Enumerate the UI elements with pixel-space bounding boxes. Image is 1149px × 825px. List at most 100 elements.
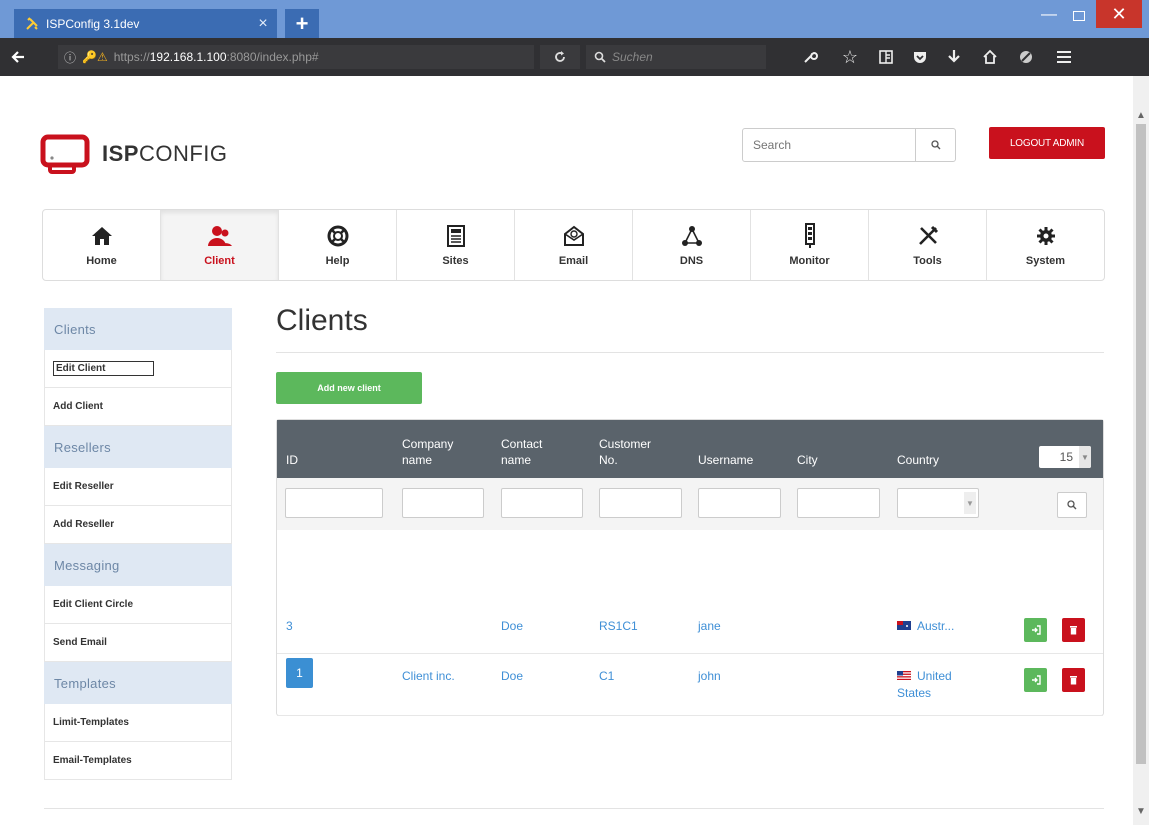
column-label: name [501, 453, 532, 467]
home-browser-icon[interactable] [976, 38, 1004, 76]
footer-divider [44, 808, 1104, 809]
nav-label: Client [204, 255, 235, 267]
column-label: Company [402, 437, 454, 451]
per-page-select[interactable]: 15 ▼ [1039, 446, 1091, 468]
nav-item-home[interactable]: Home [43, 210, 161, 280]
help-icon [327, 223, 349, 249]
column-id[interactable]: ID [286, 452, 298, 468]
address-bar[interactable]: ⓘ 🔑⚠ https:// 192.168.1.100 :8080/index.… [58, 45, 534, 69]
bookmarks-library-icon[interactable] [872, 38, 900, 76]
home-icon [91, 223, 113, 249]
back-arrow-icon[interactable] [4, 38, 32, 76]
browser-tab[interactable]: ISPConfig 3.1dev × [14, 9, 277, 38]
new-tab-button[interactable]: + [285, 9, 319, 38]
nav-label: Help [325, 255, 350, 267]
nav-item-sites[interactable]: Sites [397, 210, 515, 280]
column-company-name[interactable]: Company name [402, 436, 453, 468]
filter-country-select[interactable]: ▼ [897, 488, 979, 518]
nav-item-dns[interactable]: DNS [633, 210, 751, 280]
ispconfig-logo[interactable]: ISPCONFIG [40, 134, 228, 174]
sidebar-item-label: Email-Templates [53, 755, 132, 766]
cell-country[interactable]: United States [897, 668, 952, 702]
browser-menu-icon[interactable] [1050, 38, 1078, 76]
wrench-icon[interactable] [796, 38, 824, 76]
sidebar-item-add-reseller[interactable]: Add Reseller [44, 506, 232, 544]
nav-item-tools[interactable]: Tools [869, 210, 987, 280]
filter-city-input[interactable] [797, 488, 880, 518]
nav-label: Home [86, 255, 117, 267]
nav-item-client[interactable]: Client [161, 210, 279, 280]
nav-item-help[interactable]: Help [279, 210, 397, 280]
url-prefix: https:// [113, 50, 150, 64]
browser-search-field[interactable]: Suchen [586, 45, 766, 69]
addon-icon[interactable] [1012, 38, 1040, 76]
sidebar-item-edit-client[interactable]: Edit Client [44, 350, 232, 388]
scroll-down-arrow-icon[interactable]: ▼ [1133, 804, 1149, 820]
window-maximize-button[interactable] [1066, 6, 1092, 26]
pagination-page-1[interactable]: 1 [286, 658, 313, 688]
delete-button[interactable] [1062, 668, 1085, 692]
cell-username[interactable]: jane [698, 618, 721, 635]
cell-contact[interactable]: Doe [501, 668, 523, 685]
delete-button[interactable] [1062, 618, 1085, 642]
sidebar-item-add-client[interactable]: Add Client [44, 388, 232, 426]
cell-id[interactable]: 3 [286, 618, 293, 635]
column-country[interactable]: Country [897, 452, 939, 468]
pocket-icon[interactable] [906, 38, 934, 76]
download-icon[interactable] [940, 38, 968, 76]
page-scrollbar[interactable]: ▲ ▼ [1133, 76, 1149, 825]
nav-item-email[interactable]: Email [515, 210, 633, 280]
filter-id-input[interactable] [285, 488, 383, 518]
lock-warning-icon[interactable]: 🔑⚠ [82, 50, 108, 64]
cell-username[interactable]: john [698, 668, 721, 685]
filter-username-input[interactable] [698, 488, 781, 518]
url-path: :8080/index.php# [226, 50, 319, 64]
info-icon[interactable]: ⓘ [64, 49, 76, 66]
add-new-client-button[interactable]: Add new client [276, 372, 422, 404]
window-close-button[interactable]: ✕ [1096, 0, 1142, 28]
login-as-client-button[interactable] [1024, 668, 1047, 692]
filter-company-input[interactable] [402, 488, 484, 518]
tab-close-icon[interactable]: × [249, 15, 277, 33]
filter-customer-input[interactable] [599, 488, 682, 518]
cell-customer-no[interactable]: RS1C1 [599, 618, 638, 635]
nav-item-system[interactable]: System [987, 210, 1104, 280]
country-name-line2: States [897, 686, 932, 700]
nav-label: DNS [679, 255, 704, 267]
table-row[interactable]: 1 Client inc. Doe C1 john United States [277, 654, 1103, 716]
column-label: Contact [501, 437, 543, 451]
cell-country[interactable]: Austr... [897, 618, 954, 635]
search-input[interactable] [743, 129, 915, 161]
search-icon [1067, 500, 1077, 510]
nav-item-monitor[interactable]: Monitor [751, 210, 869, 280]
cell-customer-no[interactable]: C1 [599, 668, 614, 685]
logout-button[interactable]: LOGOUT ADMIN [989, 127, 1105, 159]
cell-company[interactable]: Client inc. [402, 668, 455, 685]
bookmark-star-icon[interactable]: ☆ [836, 38, 864, 76]
column-city[interactable]: City [797, 452, 818, 468]
cell-contact[interactable]: Doe [501, 618, 523, 635]
sidebar-item-edit-reseller[interactable]: Edit Reseller [44, 468, 232, 506]
scroll-up-arrow-icon[interactable]: ▲ [1133, 108, 1149, 124]
sidebar-item-email-templates[interactable]: Email-Templates [44, 742, 232, 780]
nav-label: Monitor [789, 255, 830, 267]
search-button[interactable] [915, 129, 955, 161]
filter-search-button[interactable] [1057, 492, 1087, 518]
filter-contact-input[interactable] [501, 488, 583, 518]
flag-australia-icon [897, 621, 911, 630]
window-minimize-button[interactable]: — [1036, 6, 1062, 26]
column-contact-name[interactable]: Contact name [501, 436, 542, 468]
nav-label: System [1025, 255, 1066, 267]
trash-icon [1070, 676, 1077, 685]
sign-in-icon [1031, 675, 1041, 685]
table-row[interactable]: 3 Doe RS1C1 jane Austr... [277, 604, 1103, 654]
reload-icon[interactable] [540, 45, 580, 69]
sidebar-item-edit-client-circle[interactable]: Edit Client Circle [44, 586, 232, 624]
login-as-client-button[interactable] [1024, 618, 1047, 642]
scroll-thumb[interactable] [1136, 124, 1146, 764]
sidebar-item-limit-templates[interactable]: Limit-Templates [44, 704, 232, 742]
client-icon [207, 223, 232, 249]
sidebar-item-send-email[interactable]: Send Email [44, 624, 232, 662]
column-username[interactable]: Username [698, 452, 753, 468]
column-customer-no[interactable]: Customer No. [599, 436, 651, 468]
